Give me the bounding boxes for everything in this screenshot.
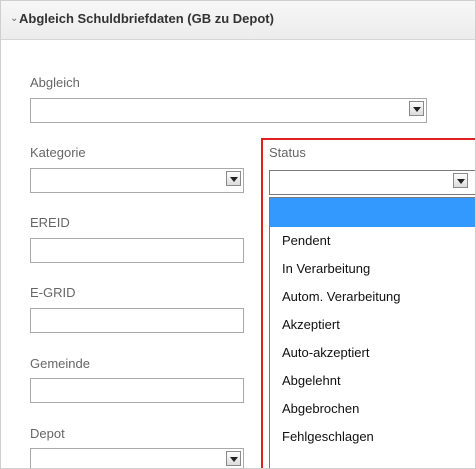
status-option-abgebrochen[interactable]: Abgebrochen: [270, 395, 475, 423]
status-dropdown-list: Pendent In Verarbeitung Autom. Verarbeit…: [269, 197, 475, 468]
panel-abgleich-schuldbriefdaten: ⌄ Abgleich Schuldbriefdaten (GB zu Depot…: [0, 0, 476, 469]
dropdown-arrow-icon[interactable]: [409, 101, 424, 116]
status-option-abgelehnt[interactable]: Abgelehnt: [270, 367, 475, 395]
gemeinde-label: Gemeinde: [30, 356, 90, 371]
dropdown-arrow-icon[interactable]: [226, 451, 241, 466]
dropdown-arrow-icon[interactable]: [453, 173, 468, 188]
depot-label: Depot: [30, 426, 65, 441]
status-option-in-verarbeitung[interactable]: In Verarbeitung: [270, 255, 475, 283]
gemeinde-input[interactable]: [30, 378, 244, 403]
ereid-label: EREID: [30, 215, 70, 230]
ereid-input[interactable]: [30, 238, 244, 263]
panel-title: Abgleich Schuldbriefdaten (GB zu Depot): [19, 11, 274, 26]
status-label: Status: [269, 145, 306, 160]
status-option-fehlgeschlagen[interactable]: Fehlgeschlagen: [270, 423, 475, 451]
status-option-empty[interactable]: [270, 198, 475, 227]
dropdown-arrow-icon[interactable]: [226, 171, 241, 186]
egrid-input[interactable]: [30, 308, 244, 333]
status-option-pendent[interactable]: Pendent: [270, 227, 475, 255]
depot-select[interactable]: [30, 448, 244, 468]
status-option-akzeptiert[interactable]: Akzeptiert: [270, 311, 475, 339]
kategorie-select[interactable]: [30, 168, 244, 193]
status-option-autom-verarbeitung[interactable]: Autom. Verarbeitung: [270, 283, 475, 311]
chevron-down-icon[interactable]: ⌄: [10, 13, 18, 24]
status-select[interactable]: [269, 170, 475, 195]
status-option-auto-akzeptiert[interactable]: Auto-akzeptiert: [270, 339, 475, 367]
egrid-label: E-GRID: [30, 285, 76, 300]
abgleich-label: Abgleich: [30, 75, 80, 90]
abgleich-select[interactable]: [30, 98, 427, 123]
panel-header[interactable]: ⌄ Abgleich Schuldbriefdaten (GB zu Depot…: [1, 1, 475, 40]
kategorie-label: Kategorie: [30, 145, 86, 160]
